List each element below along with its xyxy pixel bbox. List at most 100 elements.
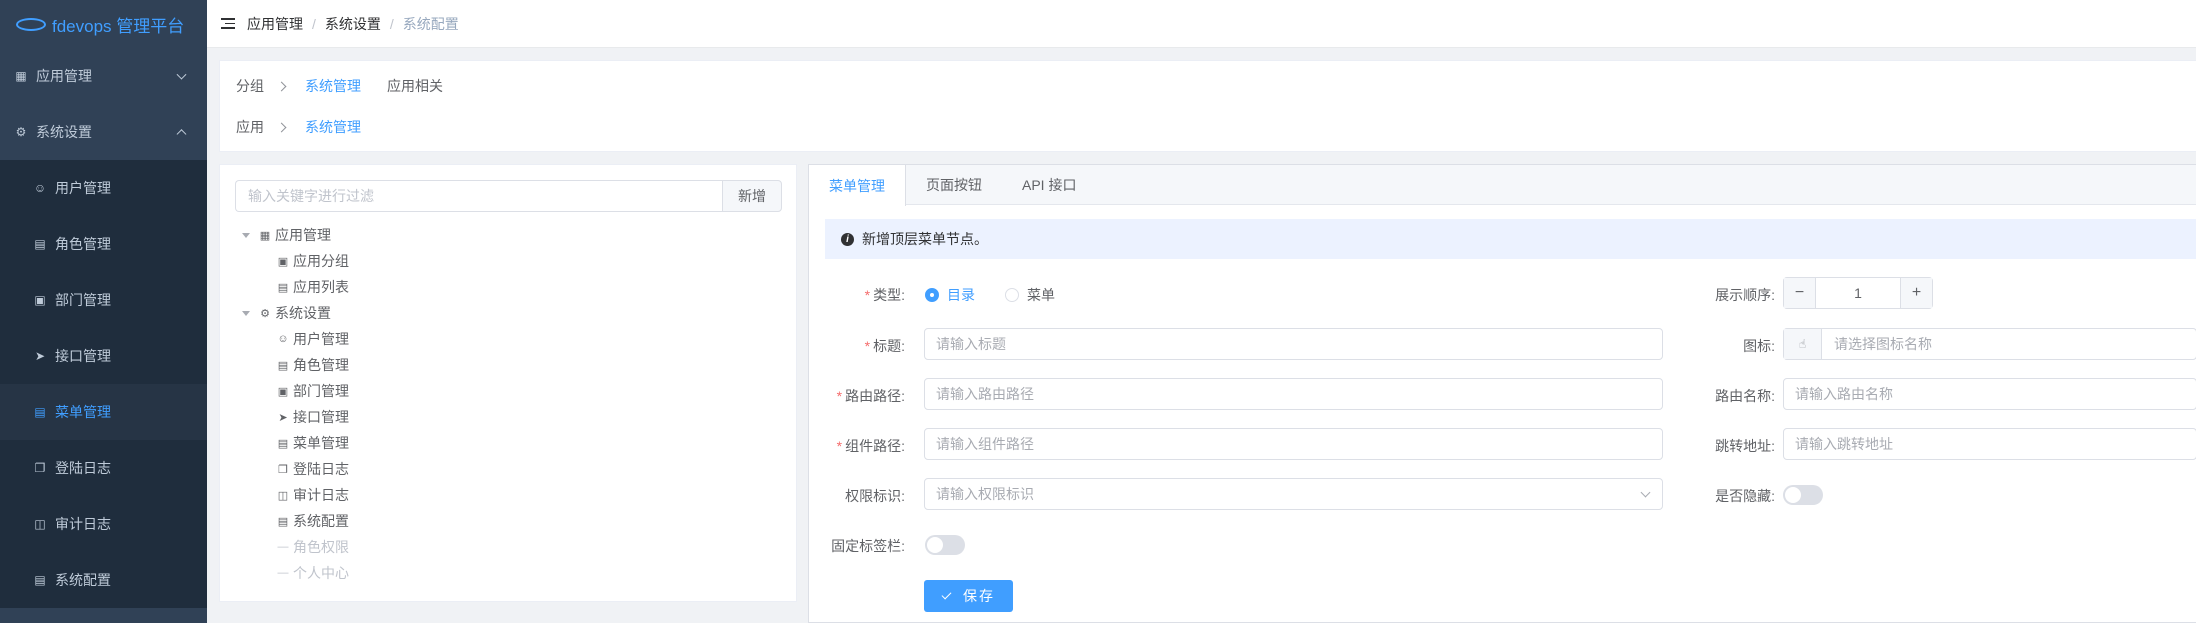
book-icon: ◫: [34, 517, 46, 531]
order-value[interactable]: 1: [1816, 278, 1900, 308]
order-stepper[interactable]: − 1 +: [1783, 277, 1933, 309]
route-path-label: * 路由路径:: [836, 388, 905, 404]
hidden-label: 是否隐藏:: [1715, 488, 1775, 504]
sidebar-item-label: 应用管理: [36, 68, 92, 84]
add-button[interactable]: 新增: [722, 180, 782, 212]
sidebar-item-login-logs[interactable]: ❐ 登陆日志: [0, 440, 207, 496]
info-alert: i 新增顶层菜单节点。: [825, 219, 2196, 259]
monitor-icon: ▤: [277, 281, 289, 294]
folder-icon: ▣: [277, 255, 289, 268]
icon-picker[interactable]: ☝: [1783, 328, 2196, 360]
caret-down-icon[interactable]: [242, 232, 250, 238]
tab-page-buttons[interactable]: 页面按钮: [906, 165, 1002, 205]
sidebar-item-label: 审计日志: [55, 516, 111, 532]
sidebar-item-app-management[interactable]: ▦ 应用管理: [0, 48, 207, 104]
dash-icon: —: [277, 541, 289, 553]
tree-node-users[interactable]: ☺ 用户管理: [276, 326, 349, 352]
caret-down-icon[interactable]: [242, 310, 250, 316]
radio-dot: [1005, 288, 1019, 302]
breadcrumb: 应用管理 / 系统设置 / 系统配置: [247, 14, 459, 34]
grid-icon: ▦: [259, 229, 271, 242]
sidebar-item-system-config[interactable]: ▤ 系统配置: [0, 552, 207, 608]
save-button[interactable]: 保存: [924, 580, 1013, 612]
breadcrumb-separator: /: [312, 15, 316, 32]
breadcrumb-item[interactable]: 系统设置: [325, 14, 381, 34]
app-option-system[interactable]: 系统管理: [305, 117, 361, 137]
sidebar-item-system-settings[interactable]: ⚙ 系统设置: [0, 104, 207, 160]
menu-icon: ▤: [277, 437, 289, 450]
tree-node-label: 用户管理: [293, 331, 349, 347]
tree-node-label: 接口管理: [293, 409, 349, 425]
tree-node-departments[interactable]: ▣ 部门管理: [276, 378, 349, 404]
radio-dot: [925, 288, 939, 302]
gear-icon: ⚙: [260, 307, 270, 320]
breadcrumb-item[interactable]: 应用管理: [247, 14, 303, 34]
decrement-button[interactable]: −: [1784, 278, 1816, 308]
tree-node-label: 登陆日志: [293, 461, 349, 477]
route-name-input[interactable]: [1783, 378, 2196, 410]
fixed-tag-switch[interactable]: [925, 535, 965, 555]
app-logo[interactable]: fdevops 管理平台: [0, 0, 207, 48]
tree-node-app-management[interactable]: ▦ 应用管理: [242, 222, 331, 248]
tree-node-label: 应用列表: [293, 279, 349, 295]
gear-icon: ⚙: [15, 125, 27, 139]
redirect-input[interactable]: [1783, 428, 2196, 460]
chevron-right-icon: [276, 81, 287, 91]
type-radio-directory[interactable]: 目录: [925, 285, 975, 305]
tree-node-profile[interactable]: — 个人中心: [276, 560, 350, 586]
tree-node-system-config[interactable]: ▤ 系统配置: [276, 508, 349, 534]
sidebar-item-menus[interactable]: ▤ 菜单管理: [0, 384, 207, 440]
tree-node-roles[interactable]: ▤ 角色管理: [276, 352, 349, 378]
tree-node-menus[interactable]: ▤ 菜单管理: [276, 430, 349, 456]
group-option-system[interactable]: 系统管理: [305, 76, 361, 96]
redirect-label: 跳转地址:: [1715, 438, 1775, 454]
sidebar-item-label: 用户管理: [55, 180, 111, 196]
document-icon: ▤: [34, 573, 46, 587]
tree-node-audit-logs[interactable]: ◫ 审计日志: [276, 482, 349, 508]
tree-node-login-logs[interactable]: ❐ 登陆日志: [276, 456, 349, 482]
increment-button[interactable]: +: [1900, 278, 1932, 308]
chevron-right-icon: [276, 122, 287, 132]
type-radio-menu[interactable]: 菜单: [1005, 285, 1055, 305]
sidebar: fdevops 管理平台 ▦ 应用管理 ⚙ 系统设置 ☺ 用户管理 ▤ 角色管理…: [0, 0, 207, 623]
component-path-input[interactable]: [924, 428, 1663, 460]
user-icon: ☺: [277, 333, 289, 345]
tree-node-system-settings[interactable]: ⚙ 系统设置: [242, 300, 331, 326]
sidebar-item-audit-logs[interactable]: ◫ 审计日志: [0, 496, 207, 552]
sidebar-item-label: 登陆日志: [55, 460, 111, 476]
grid-icon: ▦: [15, 69, 27, 83]
hidden-switch[interactable]: [1783, 485, 1823, 505]
sidebar-item-roles[interactable]: ▤ 角色管理: [0, 216, 207, 272]
permission-label: 权限标识:: [845, 488, 905, 504]
tab-api[interactable]: API 接口: [1002, 165, 1096, 205]
tree-filter-input[interactable]: [235, 180, 722, 212]
icon-name-input[interactable]: [1822, 329, 2196, 359]
hamburger-icon[interactable]: [221, 18, 235, 29]
group-row: 分组 系统管理 应用相关: [236, 76, 469, 96]
sidebar-item-label: 系统配置: [55, 572, 111, 588]
tree-node-app-list[interactable]: ▤ 应用列表: [276, 274, 349, 300]
sidebar-item-label: 部门管理: [55, 292, 111, 308]
tree-node-app-groups[interactable]: ▣ 应用分组: [276, 248, 349, 274]
tree-node-role-permissions[interactable]: — 角色权限: [276, 534, 350, 560]
alert-text: 新增顶层菜单节点。: [862, 231, 988, 247]
route-path-input[interactable]: [924, 378, 1663, 410]
tree-node-apis[interactable]: ➤ 接口管理: [276, 404, 349, 430]
logo-icon: [16, 17, 46, 31]
document-icon: ▤: [277, 515, 289, 528]
chevron-up-icon: [176, 129, 187, 140]
sidebar-item-users[interactable]: ☺ 用户管理: [0, 160, 207, 216]
tree-node-label: 角色管理: [293, 357, 349, 373]
app-label: 应用: [236, 119, 264, 135]
title-input[interactable]: [924, 328, 1663, 360]
sidebar-item-apis[interactable]: ➤ 接口管理: [0, 328, 207, 384]
permission-select[interactable]: [924, 478, 1663, 510]
user-icon: ☺: [33, 181, 47, 195]
sidebar-item-departments[interactable]: ▣ 部门管理: [0, 272, 207, 328]
breadcrumb-current: 系统配置: [402, 15, 459, 32]
tab-menu-management[interactable]: 菜单管理: [809, 165, 906, 206]
sidebar-item-label: 接口管理: [55, 348, 111, 364]
type-label: * 类型:: [864, 287, 905, 303]
group-option-app[interactable]: 应用相关: [387, 76, 443, 96]
menu-icon: ▤: [34, 405, 46, 419]
